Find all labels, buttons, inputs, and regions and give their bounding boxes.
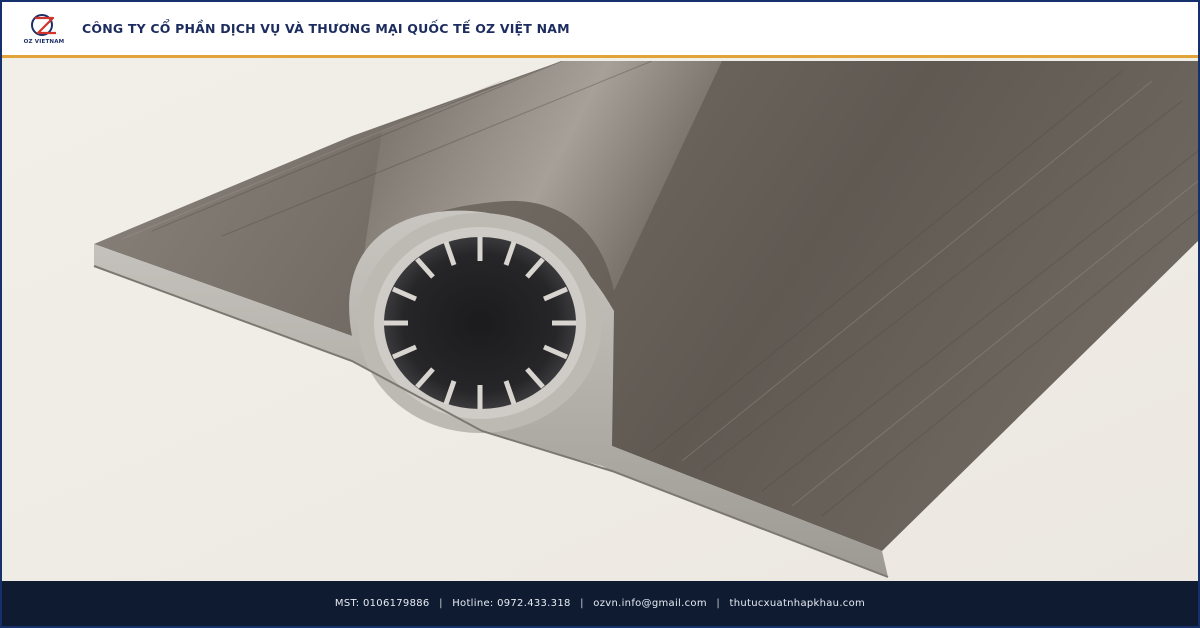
separator: | xyxy=(439,598,443,609)
company-name: CÔNG TY CỔ PHẦN DỊCH VỤ VÀ THƯƠNG MẠI QU… xyxy=(82,21,570,36)
hotline[interactable]: Hotline: 0972.433.318 xyxy=(452,598,570,609)
footer-contact-line: MST: 0106179886 | Hotline: 0972.433.318 … xyxy=(335,598,865,609)
tax-code: MST: 0106179886 xyxy=(334,598,430,609)
company-logo[interactable]: OZ VIETNAM xyxy=(14,2,74,57)
footer-bar: MST: 0106179886 | Hotline: 0972.433.318 … xyxy=(2,581,1198,626)
header-bar: OZ VIETNAM CÔNG TY CỔ PHẦN DỊCH VỤ VÀ TH… xyxy=(2,2,1198,58)
logo-text: OZ VIETNAM xyxy=(23,39,65,45)
oz-logo-icon xyxy=(31,14,56,36)
email-link[interactable]: ozvn.info@gmail.com xyxy=(593,598,707,609)
separator: | xyxy=(580,598,584,609)
separator: | xyxy=(716,598,721,609)
aluminum-finned-tube-profile-icon xyxy=(2,61,1198,583)
banner-frame: OZ VIETNAM CÔNG TY CỔ PHẦN DỊCH VỤ VÀ TH… xyxy=(0,0,1200,628)
product-photo xyxy=(2,61,1198,583)
website-link[interactable]: thutucxuatnhapkhau.com xyxy=(730,598,866,609)
